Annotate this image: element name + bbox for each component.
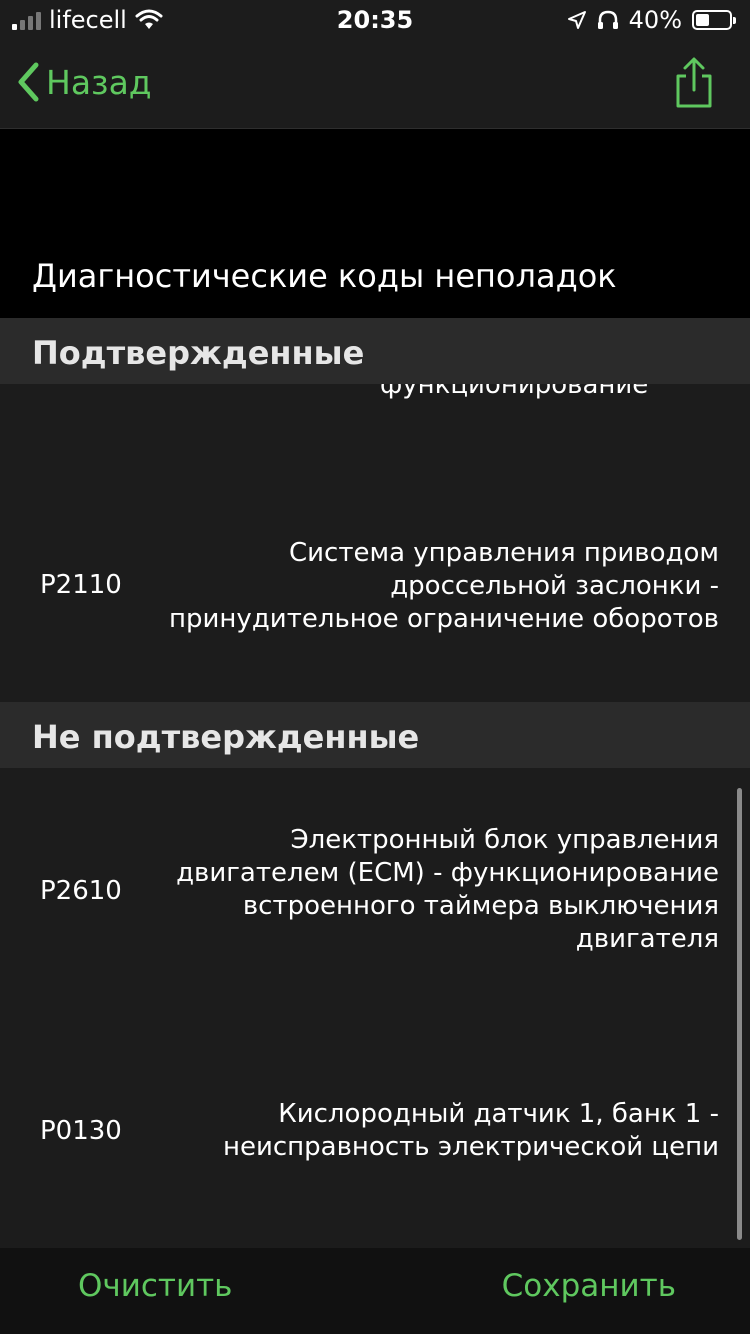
dtc-code: P2110 (40, 570, 122, 600)
section-header-confirmed: Подтвержденные (0, 318, 750, 384)
dtc-row-p2610[interactable]: P2610 Электронный блок управления двигат… (0, 818, 750, 968)
scrollbar[interactable] (737, 788, 742, 1240)
dtc-row-p0130[interactable]: P0130 Кислородный датчик 1, банк 1 - неи… (0, 1088, 750, 1188)
back-button-label: Назад (46, 62, 152, 102)
navigation-bar: Назад (0, 40, 750, 129)
title-area: Диагностические коды неполадок (0, 129, 750, 319)
status-right: 40% (567, 6, 736, 34)
confirmed-list: функционирование P2110 Система управлени… (0, 384, 750, 702)
dtc-description: Кислородный датчик 1, банк 1 - неисправн… (222, 1099, 719, 1162)
save-button[interactable]: Сохранить (502, 1268, 676, 1304)
share-icon[interactable] (672, 56, 716, 110)
dtc-code: P0130 (40, 1116, 122, 1146)
clear-button[interactable]: Очистить (78, 1268, 232, 1304)
unconfirmed-list: P2610 Электронный блок управления двигат… (0, 768, 750, 1248)
back-button[interactable]: Назад (16, 62, 152, 102)
section-header-unconfirmed: Не подтвержденные (0, 702, 750, 768)
chevron-left-icon (18, 62, 39, 102)
status-bar: lifecell 20:35 40% (0, 0, 750, 40)
page-title: Диагностические коды неполадок (32, 257, 617, 295)
bottom-toolbar: Очистить Сохранить (0, 1248, 750, 1334)
dtc-code: P2610 (40, 876, 122, 906)
battery-percent: 40% (628, 6, 682, 34)
headphones-icon (597, 10, 618, 29)
battery-icon (692, 10, 736, 30)
partial-row-text: функционирование (380, 384, 649, 400)
section-label-unconfirmed: Не подтвержденные (32, 718, 420, 756)
dtc-description: Система управления приводом дроссельной … (169, 538, 719, 634)
battery-fill (696, 14, 709, 26)
dtc-description: Электронный блок управления двигателем (… (176, 825, 719, 954)
location-arrow-icon (567, 11, 586, 29)
section-label-confirmed: Подтвержденные (32, 334, 365, 372)
dtc-row-p2110[interactable]: P2110 Система управления приводом дроссе… (0, 504, 750, 644)
